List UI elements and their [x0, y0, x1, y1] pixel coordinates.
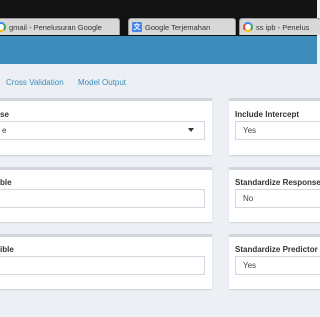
tab-cross-validation[interactable]: Cross Validation: [6, 78, 64, 87]
second-variable-label: ible: [0, 245, 14, 254]
tab-label: ss ipb - Penelus: [256, 22, 310, 32]
tab-ss-ipb-search[interactable]: ss ipb - Penelus: [239, 18, 320, 35]
variable-card: ble: [0, 167, 212, 222]
response-label: se: [0, 110, 9, 119]
caret-down-icon: [188, 128, 194, 132]
variable-label: ble: [0, 178, 12, 187]
second-variable-card: ible: [0, 234, 212, 289]
standardize-response-label: Standardize Response: [235, 178, 320, 187]
standardize-response-card: Standardize Response No: [229, 167, 320, 222]
tab-google-translate[interactable]: 文 Google Terjemahan: [128, 18, 236, 35]
tab-model-output[interactable]: Model Output: [78, 78, 126, 87]
app-header: [0, 36, 317, 64]
include-intercept-label: Include Intercept: [235, 110, 300, 119]
standardize-predictor-select[interactable]: Yes: [235, 256, 320, 275]
response-select[interactable]: e: [0, 121, 205, 140]
browser-tab-bar: gmail - Penelusuran Google 文 Google Terj…: [0, 0, 320, 36]
include-intercept-card: Include Intercept Yes: [229, 98, 320, 155]
tab-label: gmail - Penelusuran Google: [9, 22, 102, 32]
standardize-predictor-card: Standardize Predictor Yes: [229, 234, 320, 289]
google-icon: [243, 22, 253, 32]
tab-label: Google Terjemahan: [145, 22, 211, 32]
standardize-predictor-label: Standardize Predictor: [235, 245, 318, 254]
variable-input[interactable]: [0, 189, 205, 208]
tab-gmail-search[interactable]: gmail - Penelusuran Google: [0, 18, 120, 35]
include-intercept-value: Yes: [243, 126, 257, 135]
second-variable-input[interactable]: [0, 256, 205, 275]
include-intercept-select[interactable]: Yes: [235, 121, 320, 140]
standardize-predictor-value: Yes: [243, 261, 257, 270]
response-card: se e: [0, 98, 212, 155]
translate-icon: 文: [132, 22, 142, 32]
standardize-response-select[interactable]: No: [235, 189, 320, 208]
response-value: e: [2, 126, 7, 135]
standardize-response-value: No: [243, 194, 254, 203]
browser-title-strip: [0, 0, 317, 17]
google-icon: [0, 22, 6, 32]
